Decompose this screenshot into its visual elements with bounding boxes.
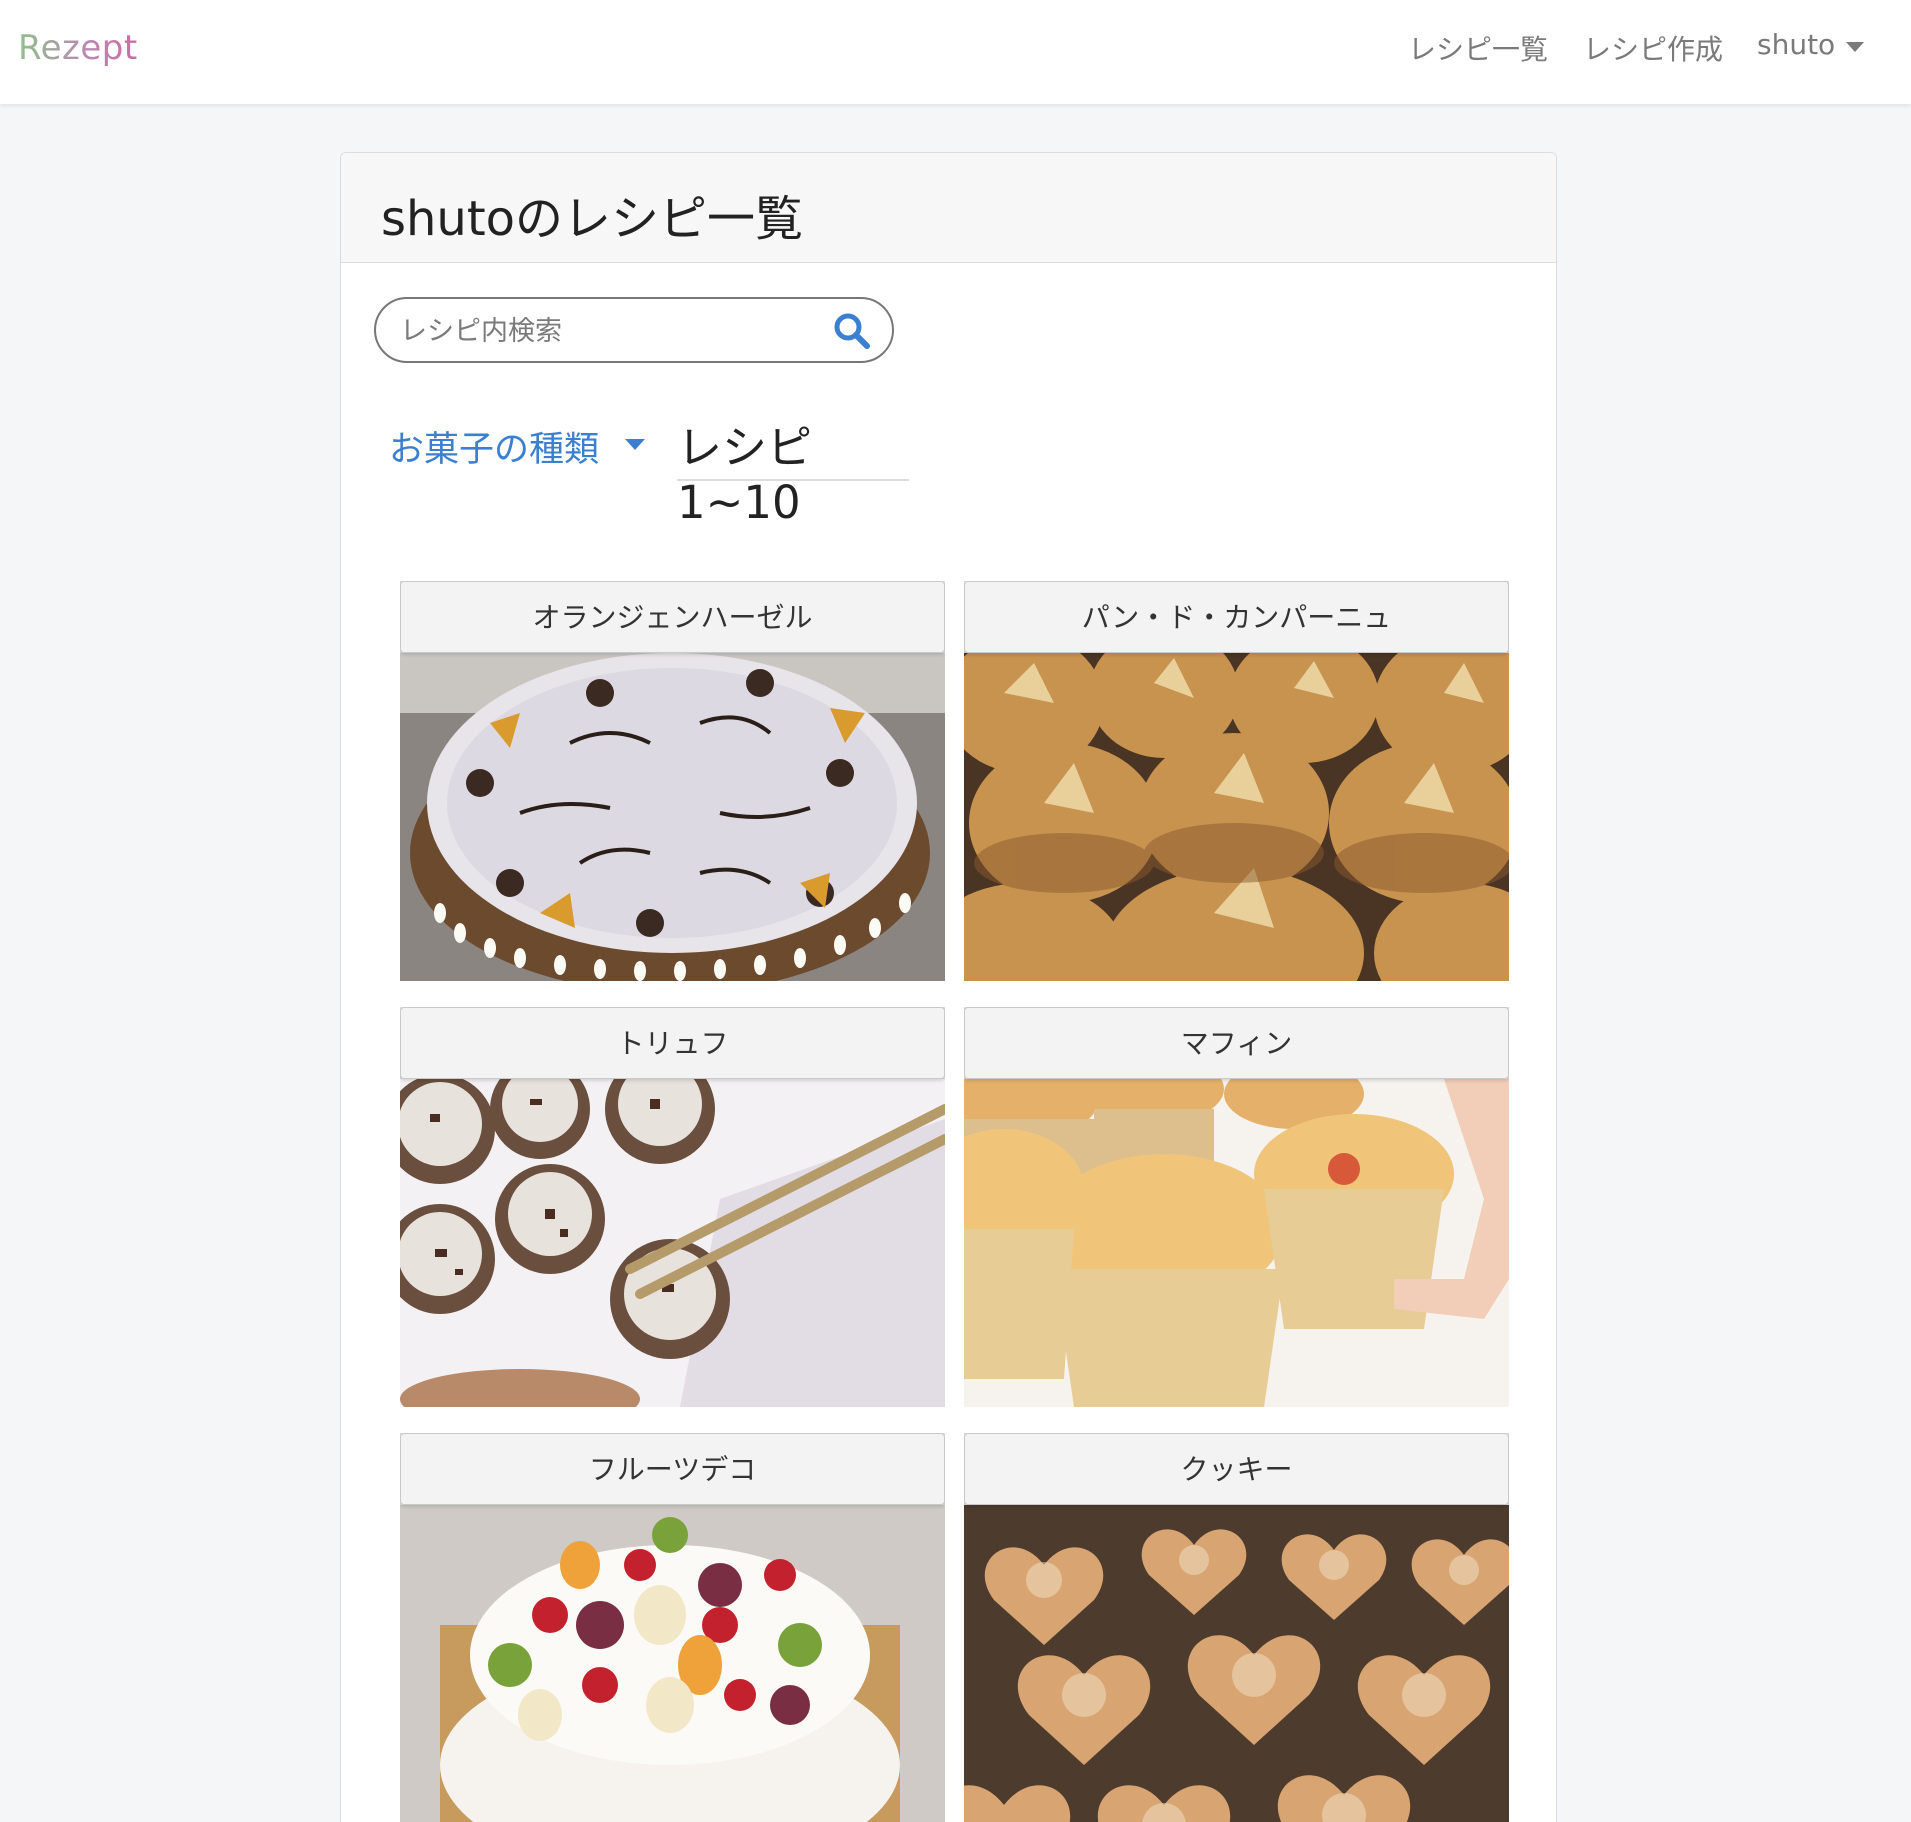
recipe-list-card: shutoのレシピ一覧 お菓子の種類 レシピ1~10 xyxy=(340,152,1557,1822)
navbar: Rezept レシピ一覧 レシピ作成 shuto xyxy=(0,0,1911,104)
recipe-card[interactable]: マフィン xyxy=(964,1007,1509,1407)
recipe-card[interactable]: フルーツデコ xyxy=(400,1433,945,1822)
user-menu-dropdown[interactable]: shuto xyxy=(1757,28,1835,61)
recipe-card[interactable]: トリュフ xyxy=(400,1007,945,1407)
recipe-range-label: レシピ1~10 xyxy=(677,411,909,529)
category-dropdown[interactable]: お菓子の種類 xyxy=(389,421,599,472)
recipe-photo xyxy=(400,1505,945,1822)
search-box xyxy=(374,297,894,363)
recipe-card[interactable]: クッキー xyxy=(964,1433,1509,1822)
recipe-photo xyxy=(964,1505,1509,1822)
recipe-card[interactable]: オランジェンハーゼル xyxy=(400,581,945,981)
chevron-down-icon[interactable] xyxy=(1846,42,1864,52)
recipe-name: マフィン xyxy=(964,1007,1509,1079)
recipe-name: フルーツデコ xyxy=(400,1433,945,1505)
search-input[interactable] xyxy=(400,313,800,349)
recipe-name: トリュフ xyxy=(400,1007,945,1079)
nav-recipe-list-link[interactable]: レシピ一覧 xyxy=(1408,28,1548,68)
brand-logo[interactable]: Rezept xyxy=(18,28,138,68)
page-title: shutoのレシピ一覧 xyxy=(381,191,804,247)
recipe-name: パン・ド・カンパーニュ xyxy=(964,581,1509,653)
recipe-photo xyxy=(964,653,1509,981)
recipe-photo xyxy=(400,1079,945,1407)
chevron-down-icon[interactable] xyxy=(625,439,645,450)
recipe-photo xyxy=(964,1079,1509,1407)
recipe-name: クッキー xyxy=(964,1433,1509,1505)
recipe-name: オランジェンハーゼル xyxy=(400,581,945,653)
search-icon[interactable] xyxy=(832,311,872,351)
recipe-card[interactable]: パン・ド・カンパーニュ xyxy=(964,581,1509,981)
card-header: shutoのレシピ一覧 xyxy=(341,153,1556,263)
recipe-photo xyxy=(400,653,945,981)
nav-create-recipe-link[interactable]: レシピ作成 xyxy=(1583,28,1723,68)
